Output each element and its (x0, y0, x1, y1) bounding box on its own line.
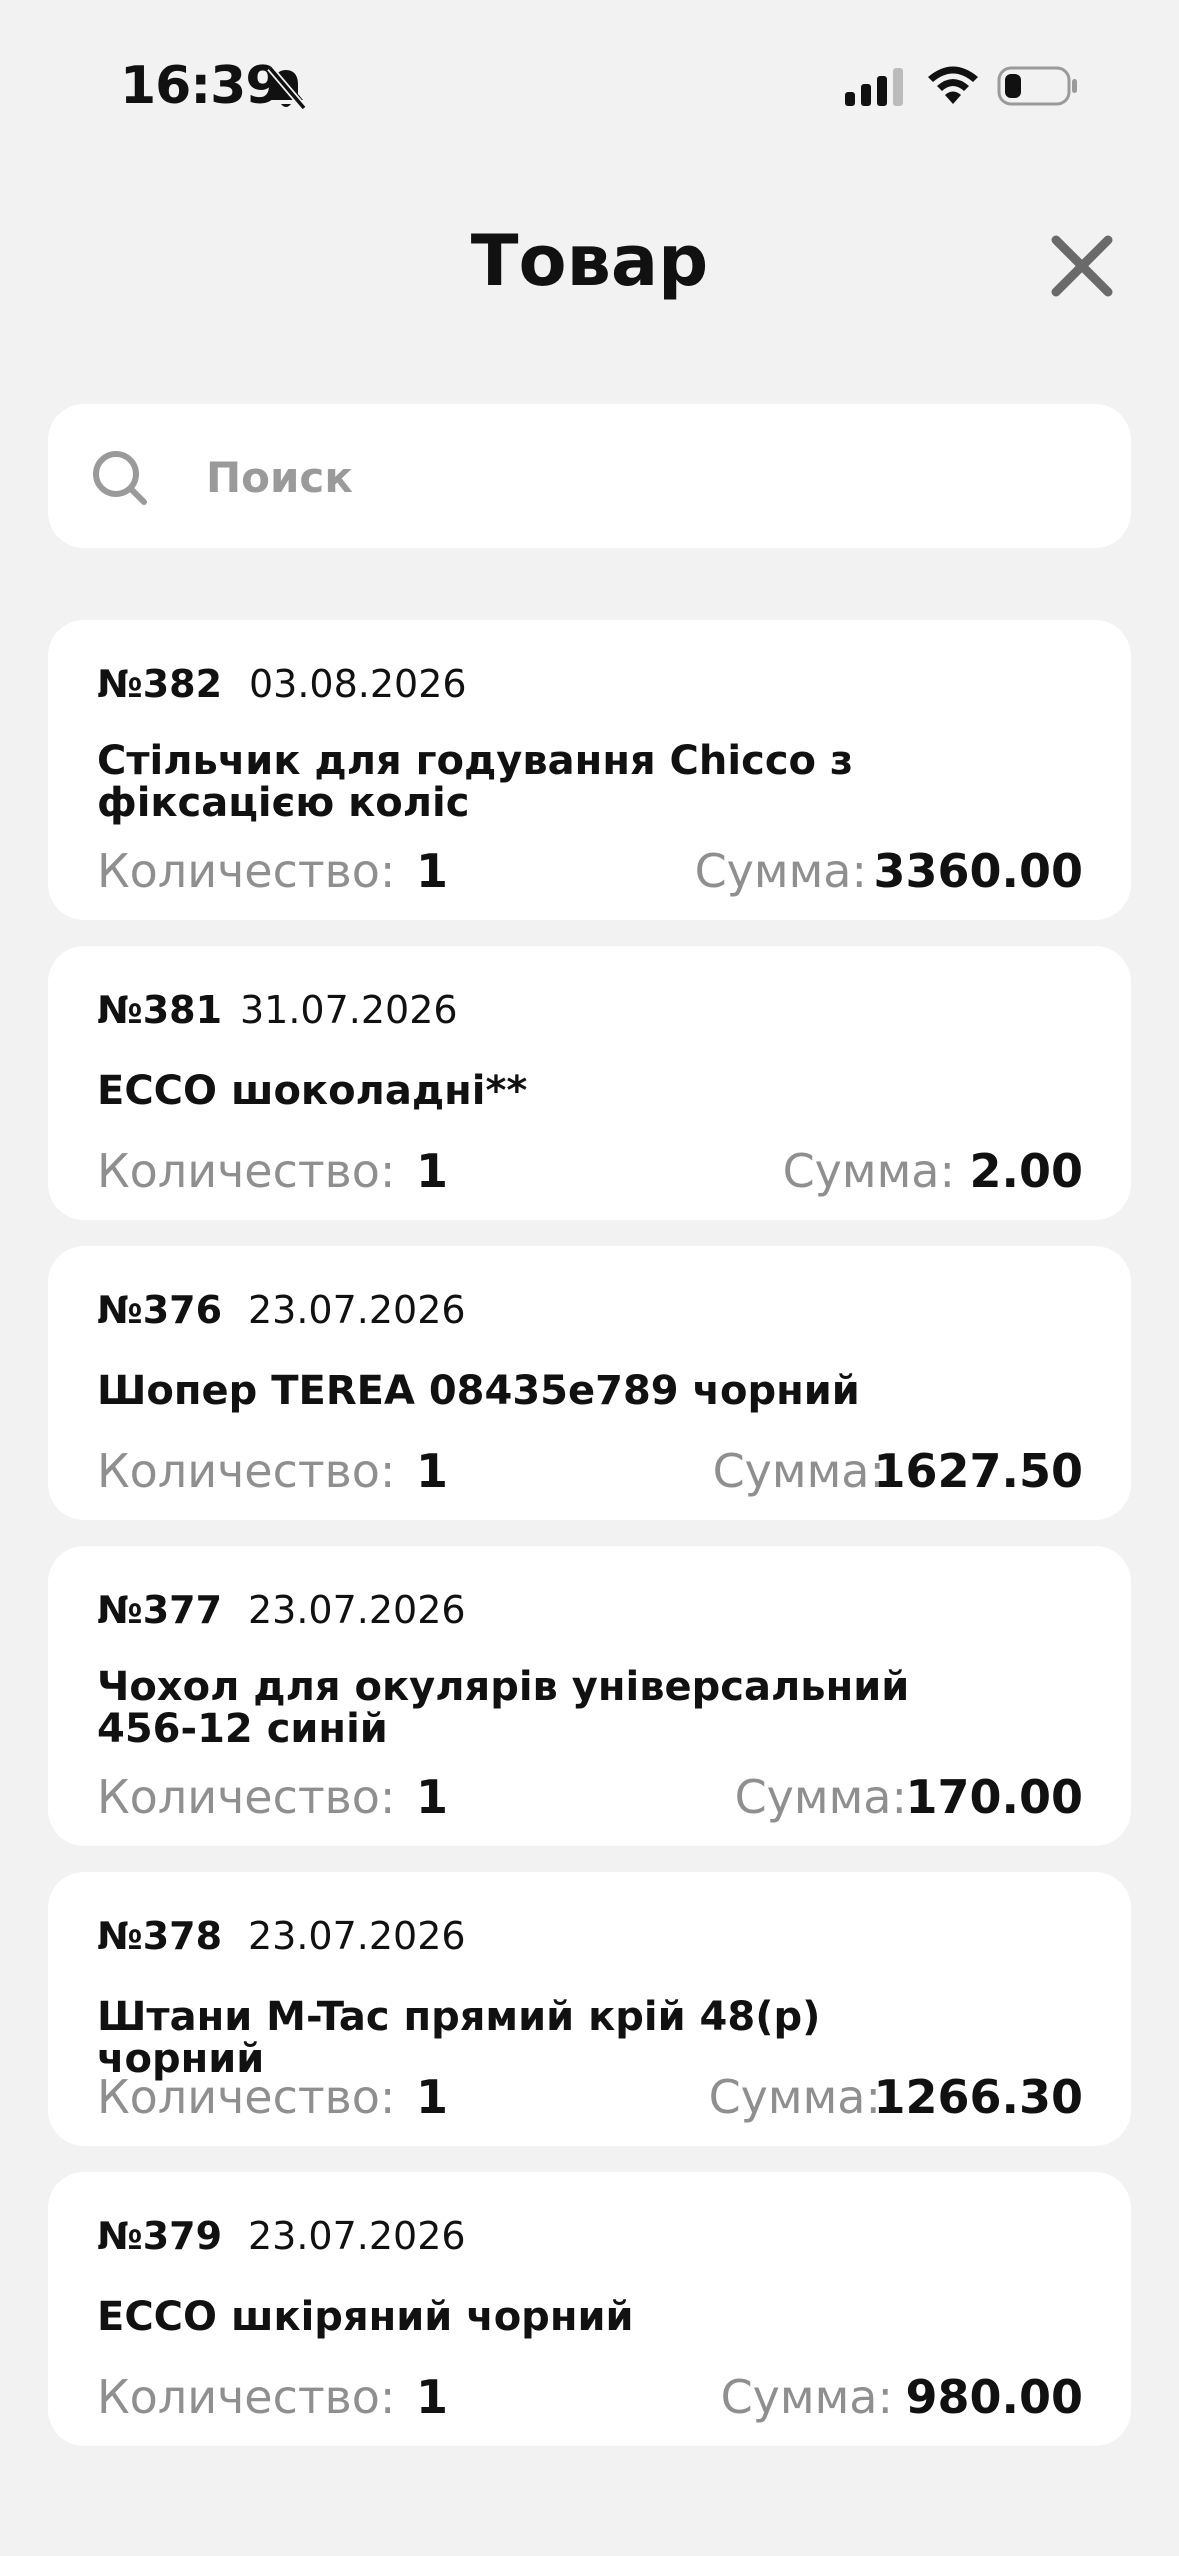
product-name: Стільчик для годування Chicco з фіксаціє… (97, 738, 854, 826)
product-name: ECCO шоколадні** (97, 1068, 528, 1114)
sum-label: Сумма: (694, 844, 867, 898)
close-button[interactable] (1042, 226, 1122, 306)
quantity-value: 1 (416, 1444, 449, 1498)
search-input[interactable] (204, 440, 1088, 514)
quantity-label: Количество: (97, 1444, 396, 1498)
order-number: №381 (97, 988, 223, 1032)
battery-icon (997, 66, 1077, 106)
page-title: Товар (470, 220, 709, 302)
quantity-label: Количество: (97, 1144, 396, 1198)
close-icon (1051, 235, 1113, 297)
sum-value: 1627.50 (873, 1444, 1083, 1498)
wifi-icon (928, 66, 978, 104)
sum-label: Сумма: (712, 1444, 885, 1498)
order-date: 23.07.2026 (248, 2214, 466, 2258)
product-name: ECCO шкіряний чорний (97, 2294, 634, 2340)
quantity-label: Количество: (97, 844, 396, 898)
sum-value: 1266.30 (873, 2070, 1083, 2124)
order-date: 23.07.2026 (248, 1288, 466, 1332)
order-number: №377 (97, 1588, 223, 1632)
quantity-value: 1 (416, 2370, 449, 2424)
sum-value: 170.00 (905, 1770, 1083, 1824)
order-card[interactable]: №381 31.07.2026 ECCO шоколадні** Количес… (48, 946, 1131, 1220)
quantity-label: Количество: (97, 2070, 396, 2124)
order-card[interactable]: №379 23.07.2026 ECCO шкіряний чорний Кол… (48, 2172, 1131, 2446)
order-number: №382 (97, 662, 223, 706)
sum-label: Сумма: (734, 1770, 907, 1824)
quantity-value: 1 (416, 1144, 449, 1198)
sum-label: Сумма: (708, 2070, 881, 2124)
order-card[interactable]: №382 03.08.2026 Стільчик для годування C… (48, 620, 1131, 920)
status-bar: 16:39 (0, 0, 1179, 170)
order-date: 23.07.2026 (248, 1588, 466, 1632)
bell-slash-icon (267, 65, 307, 111)
order-date: 31.07.2026 (240, 988, 458, 1032)
order-card[interactable]: №377 23.07.2026 Чохол для окулярів уніве… (48, 1546, 1131, 1846)
product-name: Шопер TEREA 08435e789 чорний (97, 1368, 860, 1414)
order-date: 03.08.2026 (249, 662, 467, 706)
cellular-signal-icon (845, 68, 903, 106)
sum-value: 980.00 (905, 2370, 1083, 2424)
product-name: Штани M-Tac прямий крій 48(р) чорний (97, 1994, 821, 2082)
sum-label: Сумма: (720, 2370, 893, 2424)
order-card[interactable]: №378 23.07.2026 Штани M-Tac прямий крій … (48, 1872, 1131, 2146)
search-icon (93, 451, 147, 505)
quantity-value: 1 (416, 2070, 449, 2124)
quantity-label: Количество: (97, 1770, 396, 1824)
order-card[interactable]: №376 23.07.2026 Шопер TEREA 08435e789 чо… (48, 1246, 1131, 1520)
quantity-value: 1 (416, 1770, 449, 1824)
sum-label: Сумма: (782, 1144, 955, 1198)
search-box[interactable] (48, 404, 1131, 548)
sum-value: 3360.00 (873, 844, 1083, 898)
order-number: №379 (97, 2214, 223, 2258)
status-time: 16:39 (120, 56, 282, 116)
quantity-label: Количество: (97, 2370, 396, 2424)
order-number: №376 (97, 1288, 223, 1332)
order-date: 23.07.2026 (248, 1914, 466, 1958)
quantity-value: 1 (416, 844, 449, 898)
product-name: Чохол для окулярів універсальний 456-12 … (97, 1664, 910, 1752)
sum-value: 2.00 (969, 1144, 1084, 1198)
order-number: №378 (97, 1914, 223, 1958)
